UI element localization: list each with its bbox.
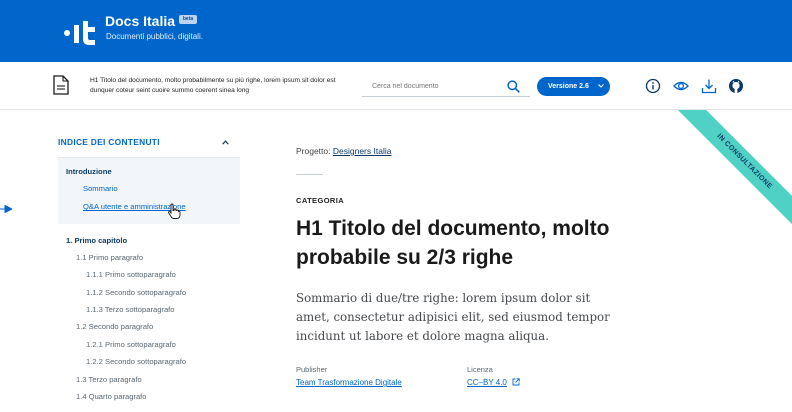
divider	[296, 174, 323, 175]
sidebar-item[interactable]: 1.1.3 Terzo sottoparagrafo	[86, 305, 175, 314]
eye-icon[interactable]	[673, 78, 689, 94]
brand-subtitle: Documenti pubblici, digitali.	[106, 32, 203, 41]
document-title: H1 Titolo del documento, molto probabilm…	[90, 77, 336, 94]
project-line: Progetto: Designers Italia	[296, 146, 391, 156]
brand-title[interactable]: Docs Italia	[105, 13, 175, 29]
consultation-ribbon[interactable]: IN CONSULTAZIONE	[652, 110, 792, 250]
header-bar	[0, 0, 792, 62]
sidebar-item[interactable]: 1.2.1 Primo sottoparagrafo	[86, 340, 176, 349]
sidebar-item[interactable]: 1.1.2 Secondo sottoparagrafo	[86, 288, 186, 297]
document-icon	[53, 75, 69, 95]
sidebar-item-primo-capitolo[interactable]: 1. Primo capitolo	[66, 236, 127, 245]
project-link[interactable]: Designers Italia	[333, 146, 392, 156]
page-title: H1 Titolo del documento, molto probabile…	[296, 217, 610, 269]
chevron-down-icon	[598, 84, 604, 88]
sidebar-item-introduzione[interactable]: Introduzione	[66, 167, 112, 176]
sidebar-heading[interactable]: INDICE DEI CONTENUTI	[58, 137, 160, 147]
publisher-label: Publisher	[296, 365, 328, 374]
license-label: Licenza	[467, 365, 493, 374]
sidebar-item-sommario[interactable]: Sommario	[83, 184, 118, 193]
github-icon[interactable]	[728, 78, 744, 94]
summary-text: Sommario di due/tre righe: lorem ipsum d…	[296, 291, 610, 343]
license-link[interactable]: CC–BY 4.0	[467, 378, 507, 387]
sidebar-item[interactable]: 1.3 Terzo paragrafo	[76, 375, 142, 384]
sidebar-item[interactable]: 1.1 Primo paragrafo	[76, 253, 143, 262]
info-icon[interactable]	[645, 78, 661, 94]
download-icon[interactable]	[701, 78, 717, 94]
sidebar-item[interactable]: 1.2 Secondo paragrafo	[76, 322, 153, 331]
chevron-up-icon[interactable]	[222, 140, 229, 145]
ribbon-label: IN CONSULTAZIONE	[666, 110, 792, 240]
sidebar-item[interactable]: 1.2.2 Secondo sottoparagrafo	[86, 357, 186, 366]
sidebar-item[interactable]: 1.4 Quarto paragrafo	[76, 392, 147, 401]
search-icon[interactable]	[507, 80, 520, 93]
external-link-icon	[512, 378, 520, 386]
arrow-right-icon	[0, 205, 12, 213]
publisher-link[interactable]: Team Trasformazione Digitale	[296, 378, 402, 387]
category-label: CATEGORIA	[296, 196, 345, 205]
sidebar-item[interactable]: 1.1.1 Primo sottoparagrafo	[86, 270, 176, 279]
project-label: Progetto:	[296, 146, 331, 156]
search-input[interactable]	[362, 76, 530, 97]
it-logo[interactable]	[63, 17, 97, 47]
hand-cursor-icon	[168, 203, 181, 219]
beta-badge: beta	[179, 15, 197, 24]
